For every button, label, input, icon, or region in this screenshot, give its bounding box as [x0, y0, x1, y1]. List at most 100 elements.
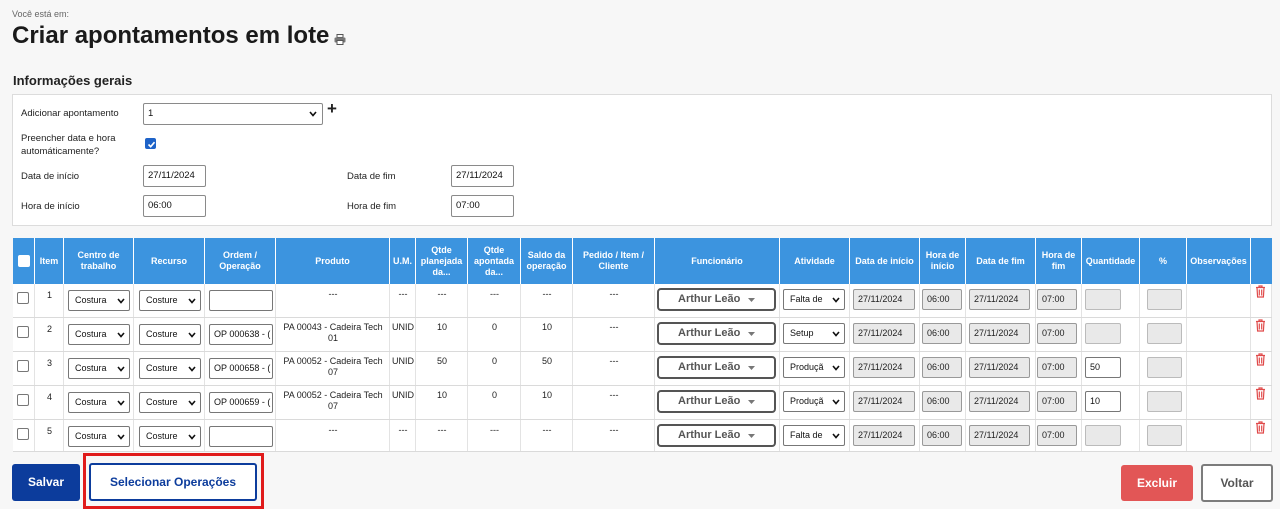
recurso-select[interactable]: Costure: [139, 324, 201, 345]
centro-select[interactable]: Costura: [68, 290, 130, 311]
start-date-input[interactable]: 27/11/2024: [143, 165, 206, 187]
chevron-down-icon: [832, 399, 840, 405]
header-actions: [1251, 238, 1272, 284]
qtde-plan-text: ---: [437, 425, 447, 435]
trash-icon[interactable]: [1255, 421, 1266, 434]
header-funcionario: Funcionário: [655, 238, 780, 284]
table-cell: [1187, 318, 1251, 351]
start-time-input[interactable]: 06:00: [143, 195, 206, 217]
select-all-checkbox[interactable]: [18, 255, 30, 267]
chevron-down-icon: [188, 366, 196, 372]
atividade-select[interactable]: Produçã: [783, 391, 845, 412]
table-cell: [1187, 352, 1251, 385]
recurso-select[interactable]: Costure: [139, 392, 201, 413]
end-date-label: Data de fim: [347, 171, 396, 182]
quantidade-input[interactable]: [1085, 323, 1121, 344]
header-percent: %: [1140, 238, 1187, 284]
caret-down-icon: [748, 366, 755, 370]
funcionario-select[interactable]: Arthur Leão: [657, 424, 776, 447]
data-inicio-field: 27/11/2024: [853, 357, 915, 378]
start-date-label: Data de início: [21, 171, 80, 182]
row-checkbox[interactable]: [17, 394, 29, 406]
centro-select[interactable]: Costura: [68, 358, 130, 379]
add-entry-select[interactable]: 1: [143, 103, 323, 125]
chevron-down-icon: [832, 331, 840, 337]
start-time-label: Hora de início: [21, 201, 80, 212]
row-item: 3: [46, 358, 52, 368]
atividade-value: Falta de: [790, 294, 823, 304]
row-item: 4: [46, 392, 52, 402]
chevron-down-icon: [309, 111, 317, 117]
funcionario-value: Arthur Leão: [678, 395, 741, 407]
save-button[interactable]: Salvar: [12, 464, 80, 501]
ordem-input[interactable]: OP 000659 - (: [209, 392, 273, 413]
row-checkbox[interactable]: [17, 292, 29, 304]
auto-fill-label-line1: Preencher data e hora: [21, 133, 116, 144]
ordem-input[interactable]: [209, 426, 273, 447]
produto-line1: PA 00043 - Cadeira Tech: [283, 322, 383, 332]
auto-fill-checkbox[interactable]: [145, 138, 156, 149]
produto-text: PA 00052 - Cadeira Tech 07: [278, 390, 388, 412]
atividade-select[interactable]: Falta de: [783, 425, 845, 446]
pedido-text: ---: [609, 390, 619, 400]
recurso-select[interactable]: Costure: [139, 290, 201, 311]
um-text: UNID: [392, 390, 414, 400]
end-date-input[interactable]: 27/11/2024: [451, 165, 514, 187]
trash-icon[interactable]: [1255, 353, 1266, 366]
atividade-value: Setup: [790, 328, 814, 338]
recurso-select[interactable]: Costure: [139, 358, 201, 379]
chevron-down-icon: [117, 434, 125, 440]
saldo-text: ---: [542, 289, 552, 299]
hora-inicio-field: 06:00: [922, 323, 962, 344]
ordem-input[interactable]: OP 000658 - (: [209, 358, 273, 379]
section-title: Informações gerais: [13, 73, 133, 88]
quantidade-input[interactable]: [1085, 425, 1121, 446]
delete-button[interactable]: Excluir: [1121, 465, 1193, 501]
qtde-apont-text: ---: [490, 425, 499, 435]
table-cell: [1187, 420, 1251, 451]
recurso-select[interactable]: Costure: [139, 426, 201, 447]
end-time-input[interactable]: 07:00: [451, 195, 514, 217]
centro-select[interactable]: Costura: [68, 324, 130, 345]
print-icon[interactable]: [334, 34, 346, 45]
caret-down-icon: [748, 332, 755, 336]
recurso-value: Costure: [146, 431, 178, 441]
table-row: 3 Costura Costure OP 000658 - (PA 00052 - C…: [13, 352, 1272, 386]
chevron-down-icon: [188, 332, 196, 338]
data-fim-field: 27/11/2024: [969, 391, 1030, 412]
chevron-down-icon: [117, 332, 125, 338]
qtde-plan-text: 10: [436, 322, 447, 332]
header-quantidade: Quantidade: [1082, 238, 1140, 284]
trash-icon[interactable]: [1255, 387, 1266, 400]
chevron-down-icon: [188, 400, 196, 406]
atividade-select[interactable]: Produçã: [783, 357, 845, 378]
atividade-select[interactable]: Falta de: [783, 289, 845, 310]
row-checkbox[interactable]: [17, 360, 29, 372]
centro-select[interactable]: Costura: [68, 392, 130, 413]
trash-icon[interactable]: [1255, 319, 1266, 332]
ordem-input[interactable]: [209, 290, 273, 311]
funcionario-select[interactable]: Arthur Leão: [657, 356, 776, 379]
caret-down-icon: [748, 400, 755, 404]
quantidade-input[interactable]: [1085, 289, 1121, 310]
table-row: 4 Costura Costure OP 000659 - (PA 00052 - C…: [13, 386, 1272, 420]
trash-icon[interactable]: [1255, 285, 1266, 298]
row-checkbox[interactable]: [17, 428, 29, 440]
centro-select[interactable]: Costura: [68, 426, 130, 447]
saldo-text: ---: [542, 425, 552, 435]
header-obs: Observações: [1187, 238, 1251, 284]
back-button[interactable]: Voltar: [1201, 464, 1273, 502]
quantidade-input[interactable]: 10: [1085, 391, 1121, 412]
atividade-select[interactable]: Setup: [783, 323, 845, 344]
row-checkbox[interactable]: [17, 326, 29, 338]
chevron-down-icon: [117, 400, 125, 406]
ordem-input[interactable]: OP 000638 - (: [209, 324, 273, 345]
row-item: 1: [46, 290, 52, 300]
funcionario-select[interactable]: Arthur Leão: [657, 322, 776, 345]
quantidade-input[interactable]: 50: [1085, 357, 1121, 378]
funcionario-select[interactable]: Arthur Leão: [657, 390, 776, 413]
funcionario-select[interactable]: Arthur Leão: [657, 288, 776, 311]
funcionario-value: Arthur Leão: [678, 361, 741, 373]
add-entry-plus-icon[interactable]: +: [327, 100, 337, 117]
table-row: 2 Costura Costure OP 000638 - (PA 00043 - C…: [13, 318, 1272, 352]
